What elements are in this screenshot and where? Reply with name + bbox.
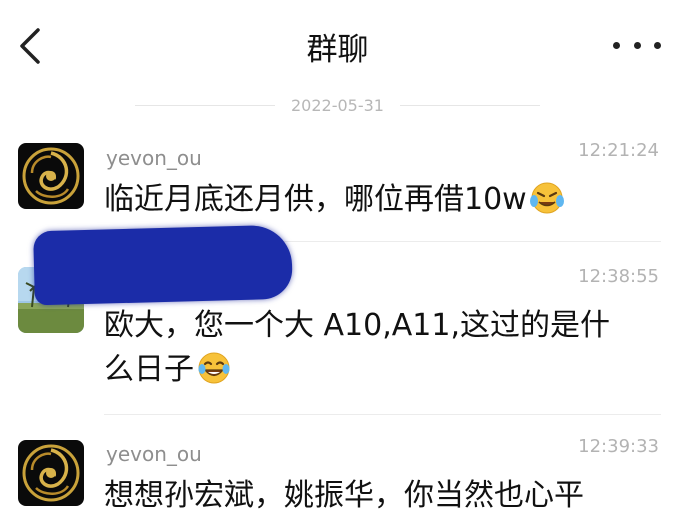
golden-swirl-logo-icon bbox=[18, 440, 84, 506]
message-body-line-2: 么日子 bbox=[104, 348, 649, 398]
date-separator: 2022-05-31 bbox=[0, 94, 675, 116]
date-label: 2022-05-31 bbox=[291, 95, 384, 115]
message-time: 12:38:55 bbox=[578, 266, 659, 287]
more-dots-icon bbox=[613, 41, 620, 49]
chat-title: 群聊 bbox=[306, 32, 369, 68]
golden-swirl-logo-icon bbox=[18, 143, 84, 209]
separator-line bbox=[399, 104, 540, 106]
message-text: 临近月底还月供，哪位再借10w bbox=[104, 178, 649, 228]
avatar[interactable] bbox=[18, 143, 84, 209]
more-button[interactable] bbox=[613, 30, 661, 60]
message-body-line-1: 欧大，您一个大 A10,A11,这过的是什 bbox=[104, 308, 611, 343]
message-time: 12:21:24 bbox=[578, 140, 659, 161]
laughing-tears-emoji-icon bbox=[196, 351, 232, 398]
message-text: 欧大，您一个大 A10,A11,这过的是什 么日子 bbox=[104, 304, 649, 398]
message-body: 临近月底还月供，哪位再借10w bbox=[104, 182, 527, 217]
chat-header: 群聊 bbox=[0, 0, 675, 92]
sender-name: yevon_ou bbox=[106, 442, 202, 466]
message-time: 12:39:33 bbox=[578, 436, 659, 457]
message-text: 想想孙宏斌，姚振华，你当然也心平 bbox=[104, 478, 584, 513]
redaction-mark bbox=[33, 224, 293, 306]
sender-name: yevon_ou bbox=[106, 146, 202, 170]
separator-line bbox=[135, 104, 275, 106]
avatar[interactable] bbox=[18, 440, 84, 506]
message-divider bbox=[104, 414, 661, 415]
crying-laughing-emoji-icon bbox=[529, 181, 565, 228]
message-body-line-2-text: 么日子 bbox=[104, 352, 194, 387]
